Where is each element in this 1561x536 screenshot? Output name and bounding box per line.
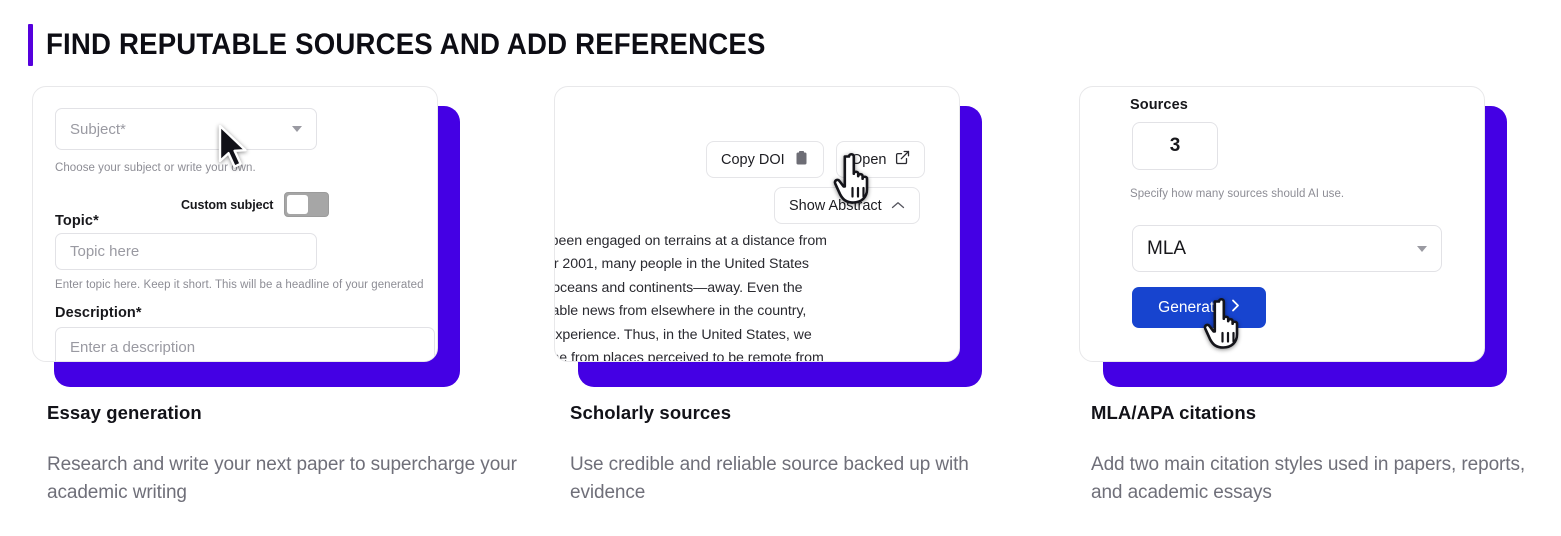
copy-doi-button[interactable]: Copy DOI bbox=[706, 141, 824, 178]
sources-count-value: 3 bbox=[1169, 135, 1181, 156]
abstract-line: ed wars have been engaged on terrains at… bbox=[555, 233, 827, 249]
show-abstract-button[interactable]: Show Abstract bbox=[774, 187, 920, 224]
custom-subject-toggle[interactable] bbox=[284, 192, 330, 217]
external-link-icon bbox=[895, 150, 910, 169]
topic-help-text: Enter topic here. Keep it short. This wi… bbox=[55, 279, 424, 291]
custom-subject-row: Custom subject bbox=[181, 192, 330, 217]
caption-scholarly-sources: Scholarly sources Use credible and relia… bbox=[570, 402, 1040, 507]
card-surface: Copy DOI Open Show Abstract een engaged … bbox=[554, 86, 960, 362]
caption-title: Scholarly sources bbox=[570, 402, 732, 423]
abstract-text: ed wars have been engaged on terrains at… bbox=[554, 230, 959, 362]
sources-label: Sources bbox=[1130, 97, 1188, 113]
citation-style-value: MLA bbox=[1147, 237, 1187, 259]
card-surface: Subject* Choose your subject or write yo… bbox=[32, 86, 438, 362]
topic-label: Topic* bbox=[55, 213, 99, 229]
page-title: FIND REPUTABLE SOURCES AND ADD REFERENCE… bbox=[46, 28, 766, 61]
abstract-line: han by direct experience. Thus, in the U… bbox=[554, 326, 812, 343]
description-input-placeholder: Enter a description bbox=[70, 338, 196, 356]
chevron-up-icon bbox=[891, 198, 905, 214]
citation-style-select[interactable]: MLA bbox=[1132, 225, 1442, 272]
toggle-knob bbox=[287, 195, 309, 214]
subject-select[interactable]: Subject* bbox=[55, 108, 317, 150]
open-label: Open bbox=[851, 151, 887, 168]
caption-description: Add two main citation styles used in pap… bbox=[1091, 454, 1526, 503]
description-label: Description* bbox=[55, 305, 142, 321]
chevron-right-icon bbox=[1231, 299, 1240, 317]
card-essay-generation: Subject* Choose your subject or write yo… bbox=[32, 86, 460, 387]
description-input[interactable]: Enter a description bbox=[55, 327, 435, 361]
caption-description: Use credible and reliable source backed … bbox=[570, 454, 969, 503]
caption-mla-apa-citations: MLA/APA citations Add two main citation … bbox=[1091, 402, 1561, 507]
feature-column-essay-generation: Subject* Choose your subject or write yo… bbox=[32, 86, 512, 387]
generate-button-label: Generate bbox=[1158, 298, 1223, 316]
topic-input[interactable]: Topic here bbox=[55, 233, 317, 270]
abstract-line: of war that come from places perceived t… bbox=[555, 350, 824, 362]
chevron-down-icon bbox=[1417, 245, 1427, 252]
clipboard-icon bbox=[794, 150, 809, 170]
generate-button[interactable]: Generate bbox=[1132, 287, 1266, 328]
chevron-down-icon bbox=[292, 126, 302, 132]
subject-help-text: Choose your subject or write your own. bbox=[55, 162, 256, 174]
caption-description: Research and write your next paper to su… bbox=[47, 454, 517, 503]
caption-essay-generation: Essay generation Research and write your… bbox=[47, 402, 517, 507]
caption-title: Essay generation bbox=[47, 402, 202, 423]
abstract-line: e—watching cable news from elsewhere in … bbox=[555, 303, 807, 320]
card-scholarly-sources: Copy DOI Open Show Abstract een engaged … bbox=[554, 86, 982, 387]
topic-input-placeholder: Topic here bbox=[70, 243, 140, 260]
accent-bar bbox=[28, 24, 33, 66]
abstract-line: n in September 2001, many people in the … bbox=[554, 256, 809, 273]
feature-column-scholarly-sources: Copy DOI Open Show Abstract een engaged … bbox=[554, 86, 1034, 387]
abstract-line: border—if not oceans and continents—away… bbox=[554, 279, 803, 296]
caption-title: MLA/APA citations bbox=[1091, 402, 1257, 423]
feature-column-mla-apa-citations: Sources 3 Specify how many sources shoul… bbox=[1079, 86, 1559, 387]
custom-subject-label: Custom subject bbox=[181, 197, 274, 212]
sources-help-text: Specify how many sources should AI use. bbox=[1130, 188, 1345, 200]
sources-count-input[interactable]: 3 bbox=[1132, 122, 1218, 170]
section-heading: FIND REPUTABLE SOURCES AND ADD REFERENCE… bbox=[28, 24, 828, 66]
show-abstract-label: Show Abstract bbox=[789, 197, 882, 214]
card-mla-apa-citations: Sources 3 Specify how many sources shoul… bbox=[1079, 86, 1507, 387]
open-button[interactable]: Open bbox=[836, 141, 926, 178]
copy-doi-label: Copy DOI bbox=[721, 151, 785, 168]
subject-select-placeholder: Subject* bbox=[70, 120, 126, 138]
card-surface: Sources 3 Specify how many sources shoul… bbox=[1079, 86, 1485, 362]
